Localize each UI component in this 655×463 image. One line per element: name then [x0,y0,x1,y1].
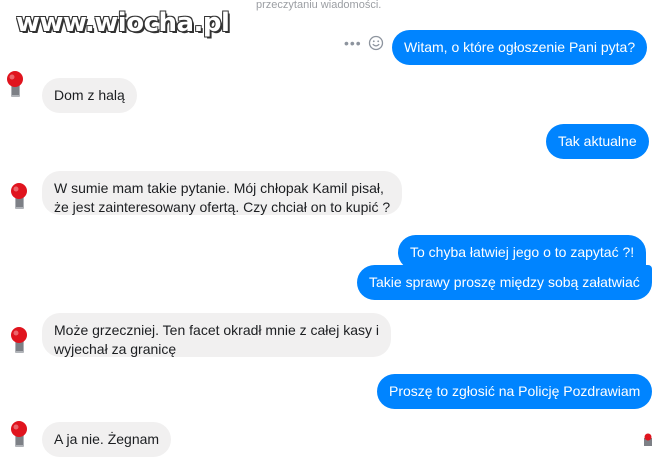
outgoing-message[interactable]: Takie sprawy proszę między sobą załatwia… [357,265,652,300]
avatar-icon [11,183,27,209]
more-dots-icon[interactable]: ••• [344,35,362,51]
outgoing-message[interactable]: Proszę to zgłosić na Policję Pozdrawiam [377,374,653,409]
incoming-message[interactable]: Dom z halą [42,78,137,113]
incoming-message[interactable]: Może grzeczniej. Ten facet okradł mnie z… [42,313,391,357]
avatar-icon [7,71,23,97]
message-line: wyjechał za granicę [54,341,177,357]
outgoing-message[interactable]: Witam, o które ogłoszenie Pani pyta? [392,30,648,65]
incoming-message[interactable]: A ja nie. Żegnam [42,422,172,457]
avatar-icon [11,327,27,353]
seen-avatar-icon [644,433,652,446]
incoming-message[interactable]: W sumie mam takie pytanie. Mój chłopak K… [42,171,403,215]
avatar-icon [11,421,27,447]
message-actions: ••• [344,35,384,51]
smiley-icon[interactable] [368,35,384,51]
read-status-text: przeczytaniu wiadomości. [256,0,382,11]
message-line: Może grzeczniej. Ten facet okradł mnie z… [54,322,379,338]
outgoing-message[interactable]: Tak aktualne [546,124,649,159]
message-line: że jest zainteresowany ofertą. Czy chcia… [54,199,391,215]
message-line: W sumie mam takie pytanie. Mój chłopak K… [54,180,384,196]
watermark: www.wiocha.pl [16,8,230,38]
